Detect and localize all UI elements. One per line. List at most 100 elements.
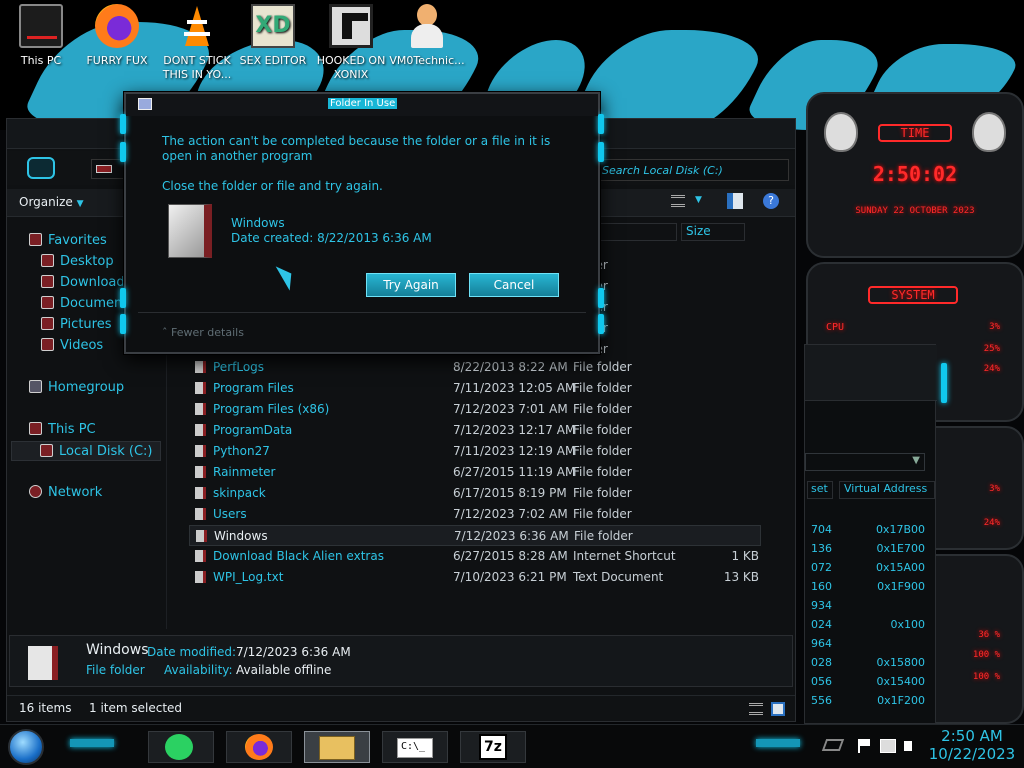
file-type: File folder <box>573 444 632 458</box>
taskbar-app-explorer[interactable] <box>304 731 370 763</box>
folder-icon <box>195 361 206 373</box>
file-date-modified: 7/12/2023 7:02 AM <box>453 507 568 521</box>
process-dropdown[interactable]: ▼ <box>805 453 925 471</box>
mouse-cursor-icon <box>275 261 299 291</box>
table-row[interactable]: 704 0x17B00 <box>805 521 937 540</box>
offset-cell: 704 <box>811 523 832 536</box>
folder-icon <box>195 487 206 499</box>
large-icons-view-icon[interactable] <box>771 702 785 716</box>
fewer-details-toggle[interactable]: ˆ Fewer details <box>162 326 244 339</box>
column-virtual-address[interactable]: Virtual Address <box>839 481 935 499</box>
table-row[interactable]: 028 0x15800 <box>805 654 937 673</box>
taskbar-app-7zip[interactable]: 7z <box>460 731 526 763</box>
table-row[interactable]: PerfLogs 8/22/2013 8:22 AM File folder <box>189 357 761 378</box>
file-size: 13 KB <box>723 570 759 584</box>
file-name: Program Files <box>213 381 294 395</box>
file-type: Text Document <box>573 570 664 584</box>
desktop-icon-xonix[interactable]: HOOKED ON XONIX <box>310 4 392 82</box>
time-gadget: TIME 2:50:02 SUNDAY 22 OCTOBER 2023 <box>806 92 1024 258</box>
file-date-modified: 7/11/2023 12:05 AM <box>453 381 576 395</box>
shortcut-icon <box>195 550 206 562</box>
desktop-icon-vlc[interactable]: DONT STICK THIS IN YO... <box>156 4 238 82</box>
clock-time: 2:50:02 <box>872 162 958 186</box>
cyan-tab <box>598 288 604 308</box>
table-row[interactable]: 136 0x1E700 <box>805 540 937 559</box>
file-date-modified: 7/12/2023 7:01 AM <box>453 402 568 416</box>
table-row[interactable]: 160 0x1F900 <box>805 578 937 597</box>
table-row[interactable]: 964 <box>805 635 937 654</box>
taskbar-app-cmd[interactable]: C:\_ <box>382 731 448 763</box>
offset-cell: 028 <box>811 656 832 669</box>
column-offset[interactable]: set <box>807 481 833 499</box>
desktop-icon-xd-editor[interactable]: XD SEX EDITOR <box>232 4 314 68</box>
action-center-flag-icon[interactable] <box>858 739 870 753</box>
taskbar-clock[interactable]: 2:50 AM 10/22/2023 <box>924 727 1020 763</box>
table-row[interactable]: Download Black Alien extras 6/27/2015 8:2… <box>189 546 761 567</box>
taskbar-deco-right <box>756 739 800 747</box>
details-view-icon[interactable] <box>749 703 763 715</box>
folder-icon <box>195 424 206 436</box>
table-row[interactable]: 934 <box>805 597 937 616</box>
offset-cell: 056 <box>811 675 832 688</box>
table-row[interactable]: Program Files (x86) 7/12/2023 7:01 AM File… <box>189 399 761 420</box>
folder-icon <box>168 204 212 258</box>
table-row[interactable]: Windows 7/12/2023 6:36 AM File folder <box>189 525 761 546</box>
file-type: File folder <box>573 381 632 395</box>
folder-icon <box>195 382 206 394</box>
details-pane: Windows Date modified: 7/12/2023 6:36 AM… <box>9 635 793 687</box>
dialog-message: The action can't be completed because th… <box>162 134 551 163</box>
drive-value: 100 % <box>972 672 1000 682</box>
dialog-divider <box>138 312 586 313</box>
desktop-icon-this-pc[interactable]: This PC <box>0 4 82 68</box>
file-type: File folder <box>573 507 632 521</box>
desktop-icon-label: This PC <box>20 54 62 67</box>
file-name: Rainmeter <box>213 465 276 479</box>
network-tray-icon[interactable] <box>880 739 896 753</box>
table-row[interactable]: 556 0x1F200 <box>805 692 937 711</box>
notes-app-icon <box>165 734 193 760</box>
table-row[interactable]: 056 0x15400 <box>805 673 937 692</box>
file-date-modified: 6/17/2015 8:19 PM <box>453 486 567 500</box>
clock-date: SUNDAY 22 OCTOBER 2023 <box>855 206 975 216</box>
table-row[interactable]: ProgramData 7/12/2023 12:17 AM File folder <box>189 420 761 441</box>
offset-cell: 136 <box>811 542 832 555</box>
stats-value: 24% <box>983 518 1000 528</box>
xd-editor-icon: XD <box>251 4 295 48</box>
start-button[interactable] <box>8 729 44 765</box>
volume-icon[interactable] <box>904 741 912 751</box>
table-row[interactable]: Python27 7/11/2023 12:19 AM File folder <box>189 441 761 462</box>
drive-value: 100 % <box>972 650 1000 660</box>
cancel-button[interactable]: Cancel <box>469 273 559 297</box>
alien-logo-icon <box>972 112 1006 152</box>
file-name: PerfLogs <box>213 360 265 374</box>
desktop-icon-label: FURRY FUX <box>86 54 148 67</box>
table-row[interactable]: Program Files 7/11/2023 12:05 AM File fold… <box>189 378 761 399</box>
process-window-titlebar <box>805 345 937 401</box>
table-row[interactable]: Rainmeter 6/27/2015 11:19 AM File folder <box>189 462 761 483</box>
show-hidden-icons-icon[interactable] <box>821 739 845 751</box>
cyan-tab <box>941 363 947 403</box>
table-row[interactable]: 072 0x15A00 <box>805 559 937 578</box>
offset-cell: 556 <box>811 694 832 707</box>
try-again-button[interactable]: Try Again <box>366 273 456 297</box>
desktop-icon-user[interactable]: VM0Technic... <box>386 4 468 68</box>
taskbar-app-firefox[interactable] <box>226 731 292 763</box>
taskbar-app-notes[interactable] <box>148 731 214 763</box>
folder-icon <box>195 466 206 478</box>
table-row[interactable]: Users 7/12/2023 7:02 AM File folder <box>189 504 761 525</box>
table-row[interactable]: skinpack 6/17/2015 8:19 PM File folder <box>189 483 761 504</box>
folder-icon <box>195 445 206 457</box>
offset-cell: 934 <box>811 599 832 612</box>
offset-cell: 072 <box>811 561 832 574</box>
cyan-tab <box>598 142 604 162</box>
details-thumbnail <box>28 646 58 680</box>
desktop-icon-label: SEX EDITOR <box>239 54 307 67</box>
offset-cell: 024 <box>811 618 832 631</box>
cmd-icon-text: C:\_ <box>401 741 426 752</box>
table-row[interactable]: 024 0x100 <box>805 616 937 635</box>
desktop-icon-label: VM0Technic... <box>389 54 465 67</box>
desktop-icon-firefox[interactable]: FURRY FUX <box>76 4 158 68</box>
table-row[interactable]: WPI_Log.txt 7/10/2023 6:21 PM Text Documen… <box>189 567 761 588</box>
folder-icon <box>195 508 206 520</box>
cyan-tab <box>598 114 604 134</box>
